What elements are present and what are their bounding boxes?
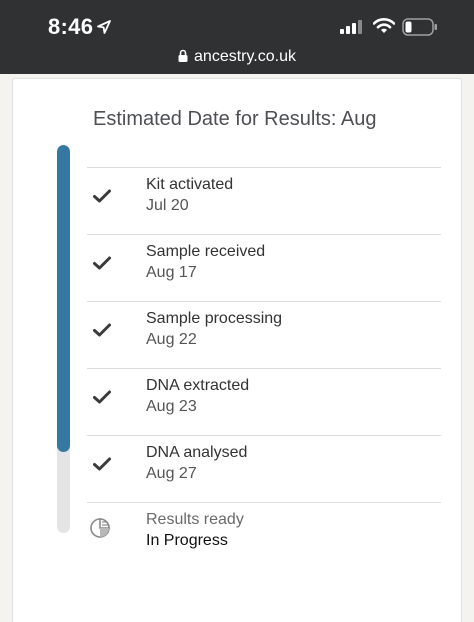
status-bar: 8:46	[0, 0, 474, 48]
timeline-step-dna-analysed: DNA analysed Aug 27	[87, 435, 441, 502]
step-date: Jul 20	[146, 197, 189, 214]
step-date: Aug 22	[146, 331, 197, 348]
step-status: In Progress	[146, 532, 228, 549]
battery-icon	[402, 18, 438, 41]
status-time: 8:46	[48, 14, 94, 39]
step-label: DNA analysed	[146, 444, 248, 461]
step-label: DNA extracted	[146, 377, 250, 394]
page-content: Estimated Date for Results: Aug Kit acti…	[0, 74, 474, 622]
pie-chart-icon	[89, 517, 111, 544]
step-label: Sample received	[146, 243, 266, 260]
results-timeline-card: Estimated Date for Results: Aug Kit acti…	[12, 78, 462, 622]
checkmark-icon	[93, 457, 111, 476]
checkmark-icon	[93, 323, 111, 342]
step-label: Sample processing	[146, 310, 283, 327]
timeline-step-dna-extracted: DNA extracted Aug 23	[87, 368, 441, 435]
timeline-step-sample-processing: Sample processing Aug 22	[87, 301, 441, 368]
step-label: Results ready	[146, 511, 244, 528]
lock-icon	[178, 49, 188, 67]
step-date: Aug 17	[146, 264, 197, 281]
checkmark-icon	[93, 390, 111, 409]
step-label: Kit activated	[146, 176, 234, 193]
wifi-icon	[372, 18, 396, 39]
timeline-step-kit-activated: Kit activated Jul 20	[87, 167, 441, 234]
page-title: Estimated Date for Results: Aug	[93, 108, 377, 130]
step-date: Aug 23	[146, 398, 197, 415]
progress-fill	[57, 145, 70, 452]
url-text: ancestry.co.uk	[194, 48, 296, 65]
cellular-signal-icon	[340, 20, 364, 39]
address-bar[interactable]: ancestry.co.uk	[0, 48, 474, 74]
progress-track	[57, 145, 70, 533]
checkmark-icon	[93, 256, 111, 275]
checkmark-icon	[93, 189, 111, 208]
timeline-step-sample-received: Sample received Aug 17	[87, 234, 441, 301]
timeline-step-results-ready: Results ready In Progress	[87, 502, 441, 569]
location-arrow-icon	[96, 19, 112, 40]
step-date: Aug 27	[146, 465, 197, 482]
